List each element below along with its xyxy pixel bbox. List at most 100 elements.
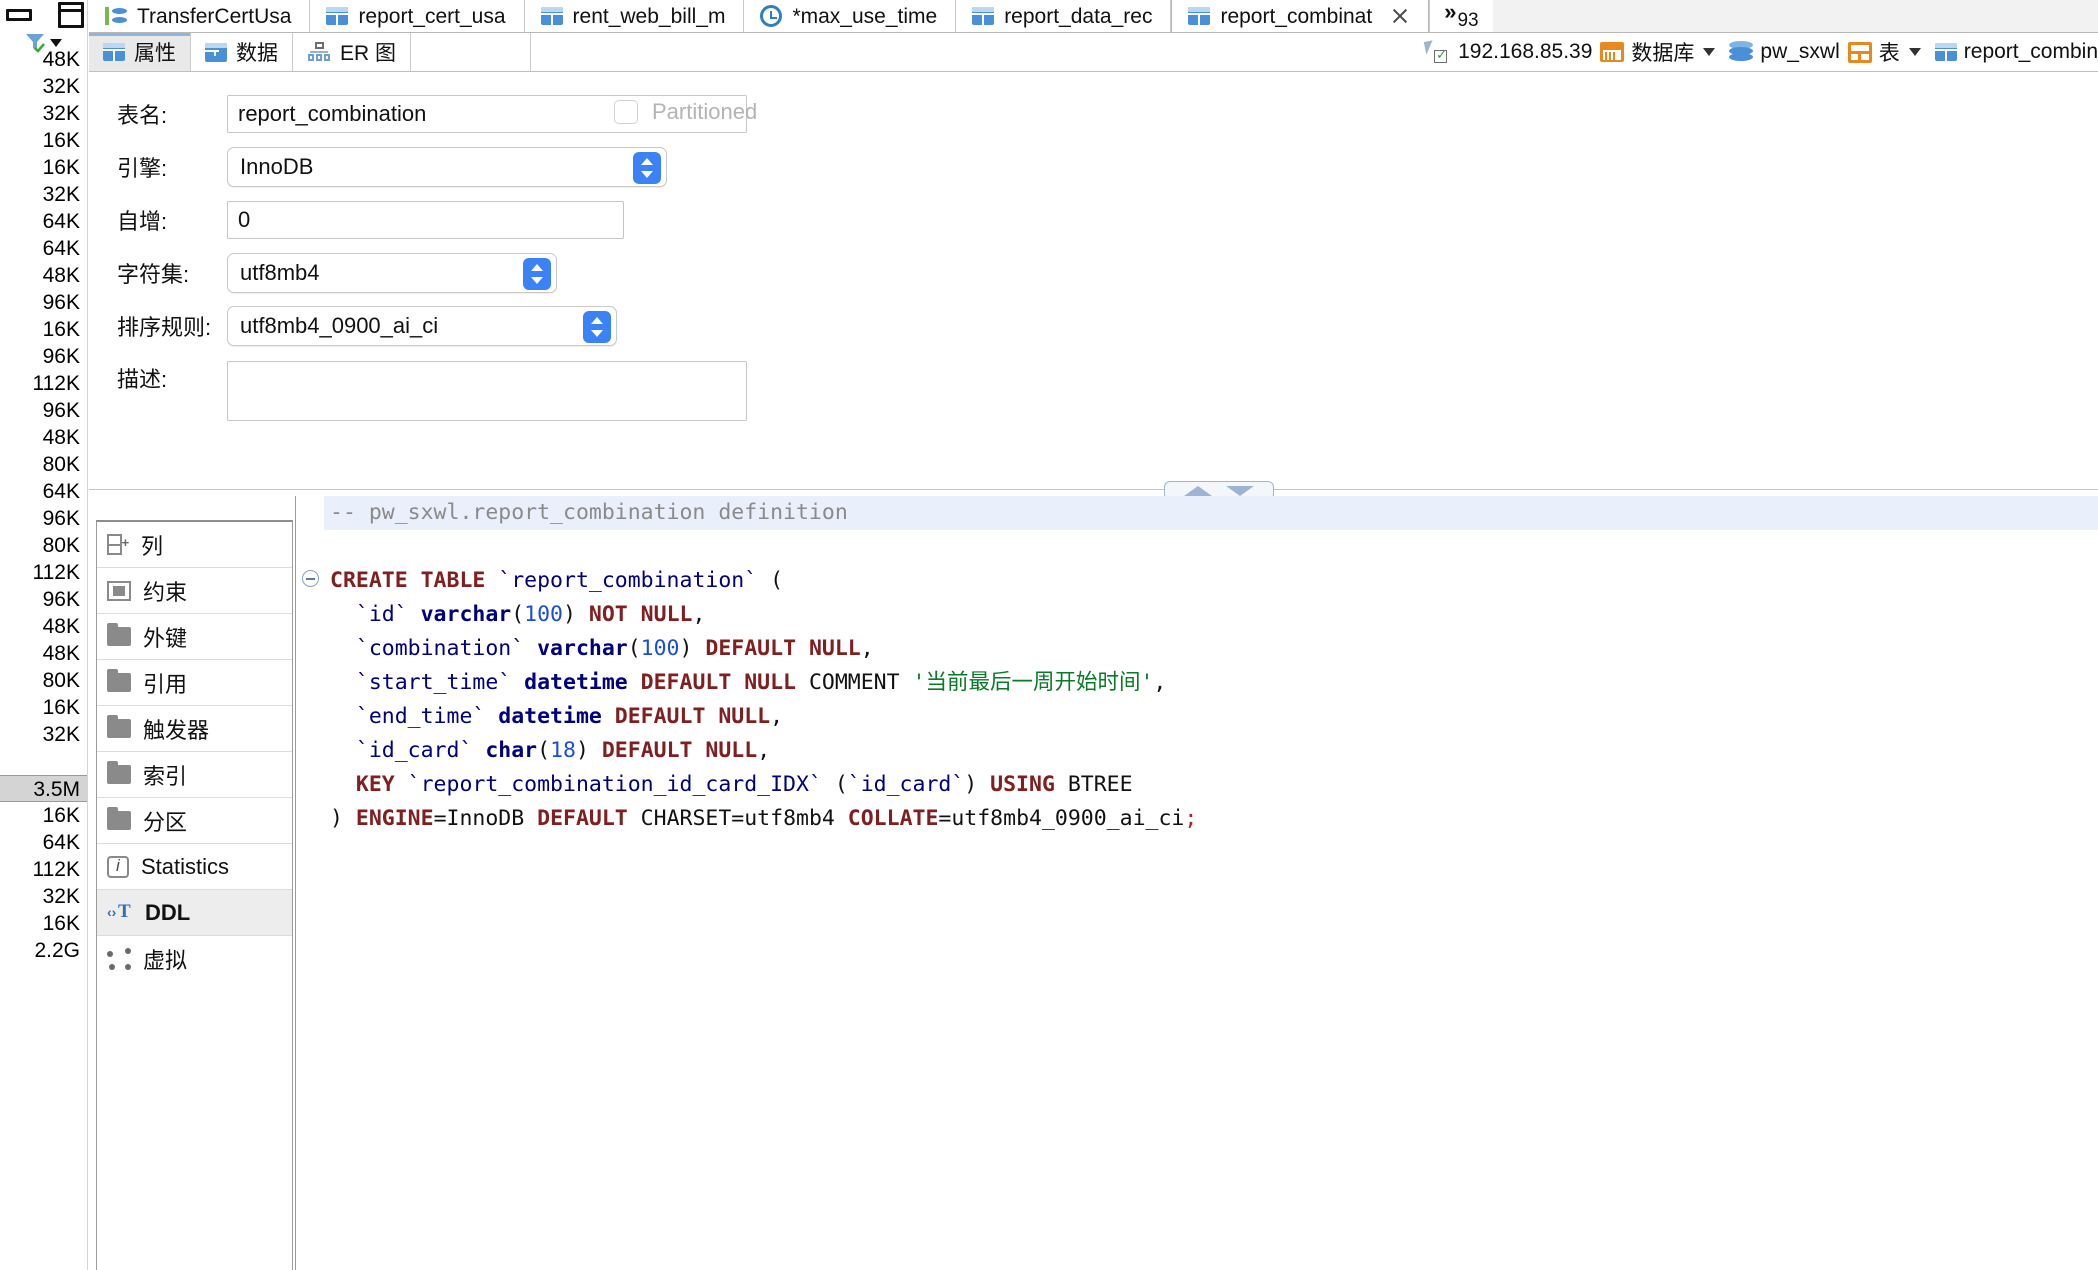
ddl-code-body[interactable]: -- pw_sxwl.report_combination definition… [324,496,2098,836]
size-cell[interactable]: 48K [0,424,87,451]
size-cell[interactable]: 16K [0,154,87,181]
nav-item-1[interactable]: 约束 [97,568,292,614]
tab-report-combinat[interactable]: report_combinat [1171,0,1430,32]
tab-label: report_cert_usa [358,4,506,28]
nav-item-8[interactable]: DDL [97,890,292,936]
size-cell[interactable]: 96K [0,505,87,532]
stepper-icon[interactable] [583,311,611,343]
tab-report-data-rec[interactable]: report_data_rec [956,0,1172,32]
size-cell[interactable]: 64K [0,478,87,505]
nav-item-6[interactable]: 分区 [97,798,292,844]
size-cell[interactable]: 48K [0,46,87,73]
code-token: 100 [640,636,680,661]
size-cell[interactable]: 80K [0,451,87,478]
size-cell[interactable]: 16K [0,127,87,154]
code-token: CREATE TABLE [330,568,499,593]
code-token: ( [821,772,848,797]
nav-item-7[interactable]: Statistics [97,844,292,890]
splitter-line [89,489,2098,490]
chevron-down-icon[interactable] [1703,48,1716,56]
auto-increment-input[interactable]: 0 [227,201,624,239]
size-cell[interactable]: 64K [0,235,87,262]
size-cell[interactable]: 32K [0,883,87,910]
size-cell[interactable]: 96K [0,397,87,424]
breadcrumb: 192.168.85.39 数据库 pw_sxwl 表 report_combi… [1415,33,2098,71]
size-cell[interactable]: 16K [0,694,87,721]
size-cell[interactable]: 96K [0,343,87,370]
view-tab-label: ER 图 [340,42,397,65]
charset-select[interactable]: utf8mb4 [227,253,557,293]
collation-select[interactable]: utf8mb4_0900_ai_ci [227,306,617,346]
tab-rent-web-bill-m[interactable]: rent_web_bill_m [524,0,745,32]
size-cell[interactable]: 48K [0,613,87,640]
chevron-down-icon[interactable] [1908,48,1921,56]
object-section-list[interactable]: +列约束外键引用触发器索引分区 Statistics DDL虚拟 [96,520,293,982]
nav-item-3[interactable]: 引用 [97,660,292,706]
size-cell[interactable]: 96K [0,586,87,613]
size-value-list[interactable]: 48K 32K 32K 16K 16K 32K 64K 64K 48K 96K 16K 96K 112K… [0,46,87,964]
code-token: ) [679,636,706,661]
nav-item-5[interactable]: 索引 [97,752,292,798]
object-section-list-empty [96,980,293,1270]
code-token: ) [563,602,589,627]
tab-properties[interactable]: 属性 [89,33,191,71]
field-row-charset: 字符集: utf8mb4 [117,253,557,293]
fold-collapse-icon[interactable] [302,570,319,587]
ddl-code-editor[interactable]: -- pw_sxwl.report_combination definition… [295,496,2098,1270]
engine-select[interactable]: InnoDB [227,147,667,187]
tab-report-cert-usa[interactable]: report_cert_usa [310,0,525,32]
partitioned-checkbox[interactable] [614,100,638,124]
breadcrumb-table[interactable]: report_combin [1934,40,2098,64]
stepper-icon[interactable] [633,152,661,184]
code-gutter [296,496,324,1270]
size-cell[interactable]: 48K [0,640,87,667]
code-line: `id_card` char(18) DEFAULT NULL, [324,734,2098,768]
tab-max-use-time[interactable]: *max_use_time [744,0,957,32]
tab-overflow-button[interactable]: » 93 [1429,0,1493,32]
code-token: , [692,602,706,627]
tab-data[interactable]: 数据 [191,33,293,71]
close-icon[interactable] [1390,6,1410,26]
maximize-icon[interactable] [58,2,84,28]
nav-item-label: Statistics [141,853,230,879]
nav-item-9[interactable]: 虚拟 [97,936,292,982]
size-cell[interactable]: 48K [0,262,87,289]
size-cell[interactable]: 2.2G [0,937,87,964]
size-cell[interactable]: 96K [0,289,87,316]
partitioned-checkbox-row[interactable]: Partitioned [614,99,757,125]
code-token: ( [757,568,784,593]
dbeaver-table-editor-window: 48K 32K 32K 16K 16K 32K 64K 64K 48K 96K 16K 96K 112K… [0,0,2098,1270]
size-cell[interactable]: 16K [0,802,87,829]
nav-item-4[interactable]: 触发器 [97,706,292,752]
breadcrumb-database-group[interactable]: 数据库 [1600,37,1721,67]
code-token: BTREE [1054,772,1133,797]
breadcrumb-schema[interactable]: pw_sxwl [1729,40,1840,64]
size-cell[interactable]: 16K [0,316,87,343]
nav-item-0[interactable]: + 列 [97,522,292,568]
size-cell[interactable]: 32K [0,100,87,127]
size-cell[interactable]: 112K [0,370,87,397]
size-cell[interactable]: 112K [0,856,87,883]
nav-item-2[interactable]: 外键 [97,614,292,660]
minimize-icon[interactable] [6,9,32,21]
triangle-up-icon[interactable] [1184,485,1212,496]
size-cell[interactable]: 112K [0,559,87,586]
breadcrumb-connection[interactable]: 192.168.85.39 [1423,40,1592,64]
size-cell-selected[interactable]: 3.5M [0,775,87,802]
size-cell[interactable]: 32K [0,181,87,208]
breadcrumb-database-label: 数据库 [1631,42,1695,65]
code-token: COMMENT [796,670,913,695]
size-cell[interactable]: 64K [0,208,87,235]
size-cell[interactable]: 80K [0,532,87,559]
size-cell[interactable]: 32K [0,73,87,100]
size-cell[interactable]: 16K [0,910,87,937]
tab-transfercertusa[interactable]: TransferCertUsa [89,0,311,32]
breadcrumb-table-group[interactable]: 表 [1847,37,1927,67]
size-cell[interactable]: 32K [0,721,87,748]
tab-er-diagram[interactable]: ER 图 [293,33,412,71]
triangle-down-icon[interactable] [1226,485,1254,496]
stepper-icon[interactable] [523,258,551,290]
description-textarea[interactable] [227,361,747,421]
size-cell[interactable]: 80K [0,667,87,694]
size-cell[interactable]: 64K [0,829,87,856]
